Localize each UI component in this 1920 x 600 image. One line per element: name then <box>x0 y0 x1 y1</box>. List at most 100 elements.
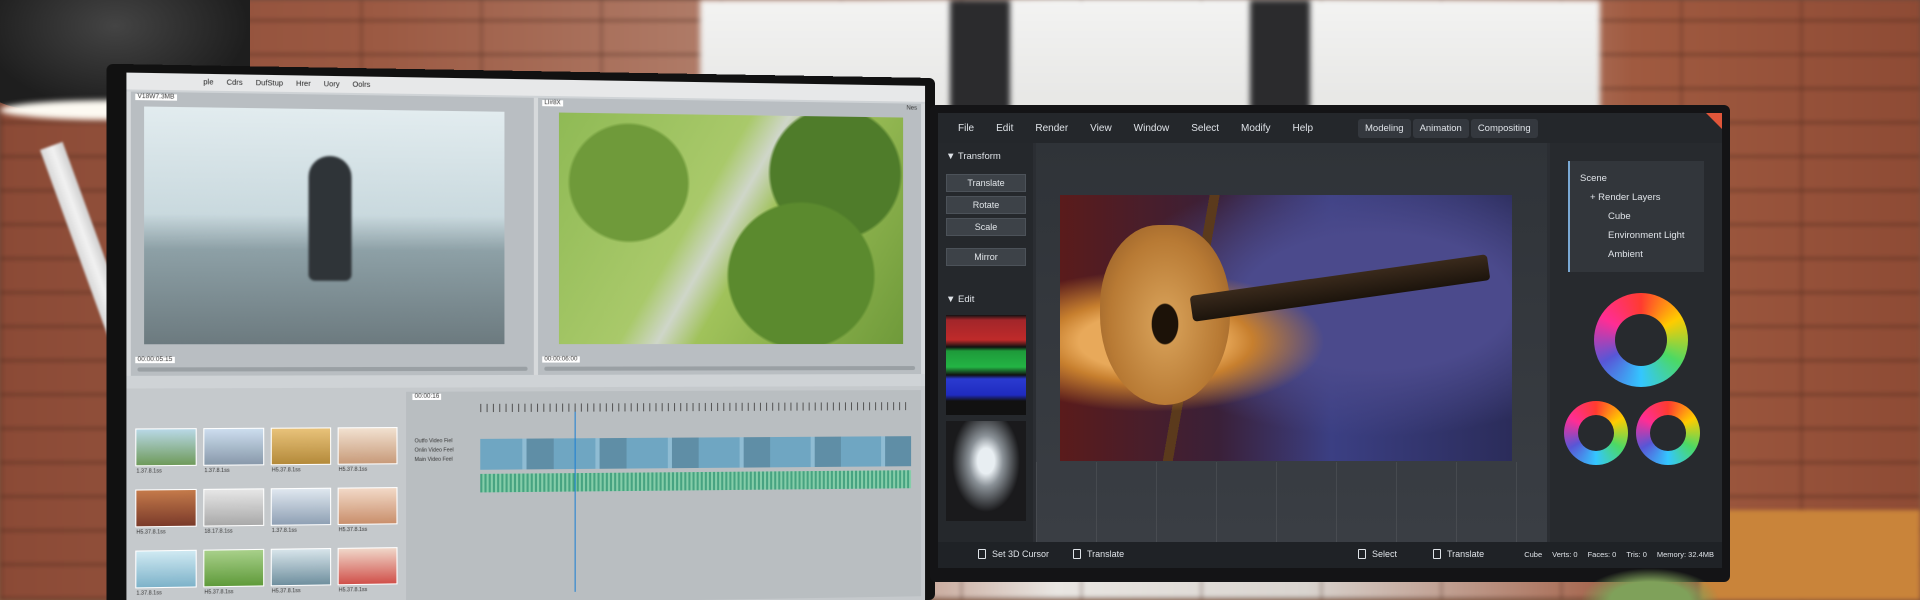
spacer <box>946 270 1025 294</box>
spacer <box>946 240 1025 248</box>
viewer-timecode: 00:00:06:00 <box>542 356 579 362</box>
menu-render[interactable]: Render <box>1035 123 1068 134</box>
program-viewer[interactable]: LI#8X Nes 00:00:06:00 <box>538 98 921 375</box>
editor-bottom-area: 1.37.8.1ss 1.37.8.1ss H5.37.8.1ss H5.37.… <box>126 386 925 600</box>
rotate-button[interactable]: Rotate <box>946 196 1026 214</box>
stat-memory: Memory: 32.4MB <box>1657 550 1714 559</box>
audio-track[interactable] <box>480 470 911 492</box>
app-menubar: File Edit Render View Window Select Modi… <box>938 113 1722 143</box>
set-3d-cursor-action[interactable]: Set 3D Cursor <box>978 549 1049 559</box>
clip-thumbnail[interactable]: H5.37.8.1ss <box>271 427 331 465</box>
stat-object: Cube <box>1524 550 1542 559</box>
program-scrubber[interactable] <box>544 366 915 371</box>
3d-app-screen: File Edit Render View Window Select Modi… <box>938 113 1722 568</box>
stat-faces: Faces: 0 <box>1588 550 1617 559</box>
clip-thumbnail[interactable]: H5.37.8.1ss <box>203 549 264 588</box>
edit-panel-title[interactable]: ▼ Edit <box>946 294 1025 305</box>
timeline-ruler[interactable] <box>480 402 911 412</box>
menu-item[interactable]: Cdrs <box>227 79 243 87</box>
source-viewer[interactable]: V18W7.3MB 00:00:05:15 <box>131 92 534 376</box>
clip-thumbnail[interactable]: 1.37.8.1ss <box>271 488 331 526</box>
scene-outliner: Scene + Render Layers Cube Environment L… <box>1568 161 1704 272</box>
translate-button[interactable]: Translate <box>946 174 1026 192</box>
scene-stats: Cube Verts: 0 Faces: 0 Tris: 0 Memory: 3… <box>1524 550 1714 559</box>
color-wheel-main[interactable] <box>1594 293 1688 387</box>
3d-viewport[interactable] <box>1036 143 1547 542</box>
timeline-panel[interactable]: 00:00:16 Outfo Video Fiel Onlin Video Fe… <box>406 390 921 600</box>
tab-animation[interactable]: Animation <box>1413 119 1469 138</box>
menu-window[interactable]: Window <box>1134 123 1170 134</box>
menu-item[interactable]: DufStup <box>256 79 283 87</box>
clip-thumbnail[interactable]: H5.37.8.1ss <box>338 487 398 525</box>
video-track[interactable] <box>480 436 911 470</box>
tool-panel: ▼ Transform Translate Rotate Scale Mirro… <box>938 143 1033 542</box>
menu-item[interactable]: Oolrs <box>352 81 370 89</box>
timeline-timecode: 00:00:16 <box>412 394 441 400</box>
clip-thumbnail[interactable]: H5.37.8.1ss <box>271 548 331 586</box>
guitar-neck <box>1190 254 1491 321</box>
status-label: Translate <box>1087 549 1124 559</box>
media-bin: 1.37.8.1ss 1.37.8.1ss H5.37.8.1ss H5.37.… <box>131 392 402 600</box>
rgb-histogram <box>946 315 1026 415</box>
track-label: Outfo Video Fiel <box>415 437 454 447</box>
translate-action[interactable]: Translate <box>1073 549 1124 559</box>
workspace-tabs: Modeling Animation Compositing <box>1358 119 1538 138</box>
mouse-icon <box>1433 549 1441 559</box>
scale-button[interactable]: Scale <box>946 218 1026 236</box>
outliner-item-cube[interactable]: Cube <box>1580 207 1696 226</box>
translate-action-2[interactable]: Translate <box>1433 549 1484 559</box>
outliner-item-environment-light[interactable]: Environment Light <box>1580 226 1696 245</box>
menu-item[interactable]: ple <box>203 79 213 86</box>
source-scrubber[interactable] <box>137 367 527 372</box>
video-editor-screen: ple Cdrs DufStup Hrer Uory Oolrs V18W7.3… <box>126 73 925 600</box>
menu-help[interactable]: Help <box>1293 123 1314 134</box>
left-monitor: ple Cdrs DufStup Hrer Uory Oolrs V18W7.3… <box>107 64 935 600</box>
outliner-item-ambient[interactable]: Ambient <box>1580 245 1696 264</box>
scene-panel: Scene + Render Layers Cube Environment L… <box>1550 143 1722 542</box>
clip-thumbnail[interactable]: 1.37.8.1ss <box>203 428 264 466</box>
menu-item[interactable]: Uory <box>324 81 340 89</box>
menu-modify[interactable]: Modify <box>1241 123 1270 134</box>
right-monitor: File Edit Render View Window Select Modi… <box>930 105 1730 582</box>
mouse-icon <box>978 549 986 559</box>
guitarist-render <box>1060 195 1512 461</box>
transform-panel-title[interactable]: ▼ Transform <box>946 151 1025 162</box>
menu-edit[interactable]: Edit <box>996 123 1013 134</box>
waveform-scope <box>946 421 1026 521</box>
tab-compositing[interactable]: Compositing <box>1471 119 1538 138</box>
viewer-corner-label[interactable]: Nes <box>906 106 917 112</box>
status-label: Translate <box>1447 549 1484 559</box>
mouse-icon <box>1358 549 1366 559</box>
clip-thumbnail[interactable]: 1.37.8.1ss <box>135 428 196 466</box>
clip-thumbnail[interactable]: 18.17.8.1ss <box>203 488 264 526</box>
dancer-silhouette <box>308 156 351 281</box>
stat-tris: Tris: 0 <box>1626 550 1647 559</box>
clip-thumbnail[interactable]: 1.37.8.1ss <box>135 550 196 589</box>
scene-root[interactable]: Scene <box>1580 169 1696 188</box>
desk-background <box>1700 510 1920 600</box>
menu-select[interactable]: Select <box>1191 123 1219 134</box>
render-layers-item[interactable]: + Render Layers <box>1580 188 1696 207</box>
viewport-floor-grid <box>1036 462 1547 542</box>
viewer-label: V18W7.3MB <box>135 94 176 101</box>
clip-thumbnail[interactable]: H5.37.8.1ss <box>338 427 398 465</box>
track-labels: Outfo Video Fiel Onlin Video Feel Main V… <box>415 437 454 465</box>
status-bar: Set 3D Cursor Translate Select Translate… <box>938 542 1722 568</box>
menu-file[interactable]: File <box>958 123 974 134</box>
mirror-button[interactable]: Mirror <box>946 248 1026 266</box>
menu-item[interactable]: Hrer <box>296 80 311 88</box>
color-wheel-left[interactable] <box>1564 401 1628 465</box>
viewer-label: LI#8X <box>542 100 563 106</box>
menu-view[interactable]: View <box>1090 123 1112 134</box>
track-label: Onlin Video Feel <box>415 446 454 456</box>
status-label: Select <box>1372 549 1397 559</box>
clip-thumbnail[interactable]: H5.37.8.1ss <box>338 547 398 585</box>
playhead[interactable] <box>575 412 576 592</box>
clip-thumbnail[interactable]: H5.37.8.1ss <box>135 489 196 527</box>
color-wheel-right[interactable] <box>1636 401 1700 465</box>
viewer-timecode: 00:00:05:15 <box>135 357 174 363</box>
track-label: Main Video Feel <box>415 456 454 466</box>
tab-modeling[interactable]: Modeling <box>1358 119 1411 138</box>
status-label: Set 3D Cursor <box>992 549 1049 559</box>
select-action[interactable]: Select <box>1358 549 1397 559</box>
